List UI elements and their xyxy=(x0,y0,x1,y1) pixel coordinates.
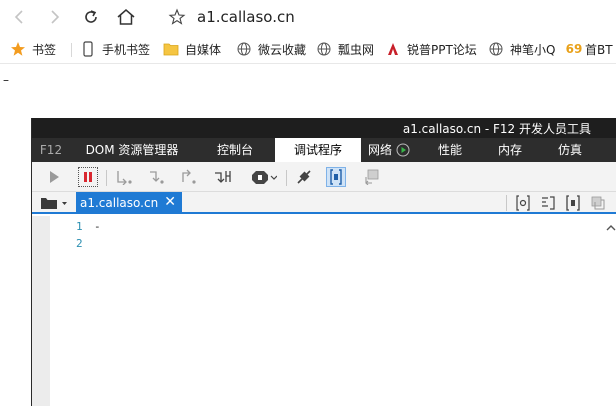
browser-nav-bar: a1.callaso.cn xyxy=(0,0,616,34)
break-on-new-worker-icon[interactable] xyxy=(213,167,233,187)
breakpoint-gutter[interactable] xyxy=(32,216,50,406)
bookmark-label: 首BT xyxy=(585,42,613,57)
tab-dom-explorer[interactable]: DOM 资源管理器 xyxy=(82,138,182,162)
globe-icon xyxy=(236,41,252,57)
bookmark-piaochong[interactable]: 瓢虫网 xyxy=(316,40,374,58)
source-map-icon[interactable] xyxy=(590,195,606,211)
address-bar-url[interactable]: a1.callaso.cn xyxy=(197,8,295,26)
tab-performance[interactable]: 性能 xyxy=(432,138,468,162)
network-record-icon[interactable] xyxy=(396,143,410,157)
open-document-icon[interactable] xyxy=(40,195,68,211)
exception-behavior-icon[interactable] xyxy=(250,167,278,187)
ppt-logo-icon xyxy=(385,41,401,57)
bookmark-label: 自媒体 xyxy=(185,42,222,57)
globe-icon xyxy=(488,41,504,57)
pretty-print-icon[interactable] xyxy=(326,167,346,187)
divider xyxy=(106,170,107,186)
step-out-icon[interactable] xyxy=(178,167,198,187)
code-line: - xyxy=(94,220,101,233)
home-icon[interactable] xyxy=(115,6,137,28)
tab-console[interactable]: 控制台 xyxy=(208,138,262,162)
step-over-icon[interactable] xyxy=(146,167,166,187)
bookmark-label: 神笔小Q xyxy=(510,42,556,57)
bookmark-shenbi[interactable]: 神笔小Q xyxy=(488,40,555,58)
bookmarks-bar: 书签 手机书签 自媒体 微云收藏 瓢虫网 锐普PPT论坛 神笔小Q 69 首BT xyxy=(0,34,616,64)
star-icon xyxy=(10,41,26,57)
tab-memory[interactable]: 内存 xyxy=(492,138,528,162)
bookmark-label: 瓢虫网 xyxy=(338,42,375,57)
devtools-title: a1.callaso.cn - F12 开发人员工具 xyxy=(402,122,591,136)
step-into-icon[interactable] xyxy=(114,167,134,187)
tab-f12[interactable]: F12 xyxy=(38,138,64,162)
refresh-icon[interactable] xyxy=(80,6,102,28)
bookmark-label: 书签 xyxy=(32,42,57,57)
source-editor[interactable]: 1 - 2 xyxy=(32,216,616,406)
file-tab-active[interactable]: a1.callaso.cn ✕ xyxy=(76,192,182,214)
bookmark-shuqian[interactable]: 书签 xyxy=(10,40,56,58)
find-references-icon[interactable] xyxy=(540,195,556,211)
close-icon[interactable]: ✕ xyxy=(164,194,176,210)
globe-icon xyxy=(316,41,332,57)
word-wrap-icon[interactable] xyxy=(362,167,382,187)
disconnect-debugger-icon[interactable] xyxy=(294,167,314,187)
debugger-toolbar xyxy=(32,162,616,192)
debugger-file-tabs: a1.callaso.cn ✕ xyxy=(32,192,616,214)
divider xyxy=(71,43,72,57)
continue-icon[interactable] xyxy=(44,167,64,187)
bookmark-shoubt[interactable]: 69 首BT xyxy=(565,40,613,58)
scroll-up-icon[interactable] xyxy=(605,222,616,234)
bookmark-ruipu-ppt[interactable]: 锐普PPT论坛 xyxy=(385,40,477,58)
divider xyxy=(506,195,507,211)
folder-icon xyxy=(163,41,179,57)
file-tab-label: a1.callaso.cn xyxy=(80,196,159,210)
bookmark-label: 锐普PPT论坛 xyxy=(407,42,477,57)
bookmark-label: 手机书签 xyxy=(102,42,151,57)
devtools-window: a1.callaso.cn - F12 开发人员工具 F12 DOM 资源管理器… xyxy=(31,118,616,406)
page-text: – xyxy=(3,73,9,87)
star-icon[interactable] xyxy=(166,6,188,28)
back-icon[interactable] xyxy=(8,6,30,28)
forward-icon[interactable] xyxy=(44,6,66,28)
breakpoints-toggle-icon[interactable] xyxy=(515,195,531,211)
tab-emulation[interactable]: 仿真 xyxy=(552,138,588,162)
line-number: 1 xyxy=(76,220,83,233)
bookmark-zimeiti[interactable]: 自媒体 xyxy=(163,40,221,58)
tab-network[interactable]: 网络 xyxy=(365,138,395,162)
bookmark-mobile[interactable]: 手机书签 xyxy=(80,40,150,58)
tab-debugger[interactable]: 调试程序 xyxy=(275,138,361,162)
pause-icon[interactable] xyxy=(78,167,98,187)
bookmark-label: 微云收藏 xyxy=(258,42,307,57)
devtools-title-bar: a1.callaso.cn - F12 开发人员工具 xyxy=(32,118,616,138)
devtools-tab-bar: F12 DOM 资源管理器 控制台 调试程序 网络 性能 内存 仿真 xyxy=(32,138,616,162)
divider xyxy=(286,170,287,186)
phone-icon xyxy=(80,41,96,57)
line-number: 2 xyxy=(76,237,83,250)
pretty-print-file-icon[interactable] xyxy=(565,195,581,211)
69-logo-icon: 69 xyxy=(565,42,583,56)
bookmark-weiyun[interactable]: 微云收藏 xyxy=(236,40,306,58)
